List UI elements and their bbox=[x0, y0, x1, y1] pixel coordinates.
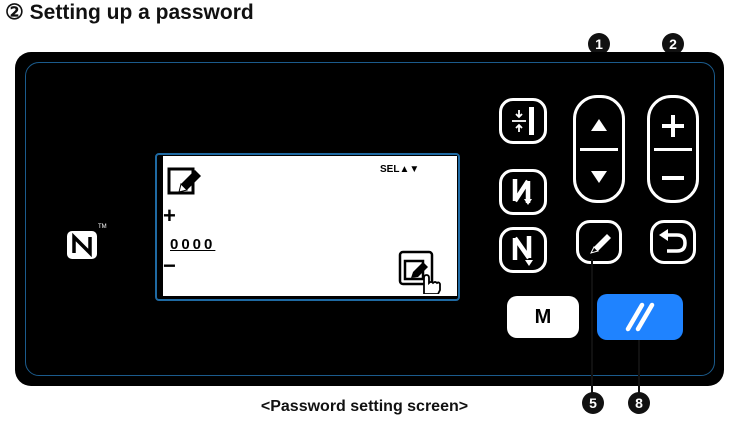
sel-indicator: SEL▲▼ bbox=[380, 164, 420, 175]
screen-caption: <Password setting screen> bbox=[260, 398, 469, 415]
thread-trim-button[interactable] bbox=[499, 98, 547, 144]
increment-sign: + bbox=[163, 203, 176, 228]
up-arrow-icon[interactable] bbox=[590, 118, 608, 132]
pencil-icon bbox=[590, 234, 611, 254]
up-down-divider bbox=[580, 148, 618, 151]
plus-minus-divider bbox=[654, 148, 692, 151]
reset-icon bbox=[625, 302, 655, 332]
return-button[interactable] bbox=[650, 220, 696, 264]
m-button[interactable]: M bbox=[507, 296, 579, 338]
password-edit-screen-button[interactable] bbox=[398, 250, 442, 294]
reverse-stitch-icon bbox=[512, 179, 532, 205]
plus-icon[interactable] bbox=[660, 113, 686, 139]
down-arrow-icon[interactable] bbox=[590, 170, 608, 184]
up-down-key bbox=[573, 95, 625, 203]
trademark-mark: TM bbox=[98, 224, 107, 230]
return-icon bbox=[659, 229, 687, 253]
normal-stitch-button[interactable] bbox=[499, 227, 547, 273]
minus-icon[interactable] bbox=[660, 165, 686, 191]
password-edit-icon bbox=[167, 167, 201, 195]
thread-trim-icon bbox=[512, 107, 534, 135]
leader-line-8 bbox=[638, 340, 640, 393]
decrement-sign: − bbox=[163, 253, 176, 278]
password-value[interactable]: 0000 bbox=[170, 236, 215, 253]
reset-button[interactable] bbox=[597, 294, 683, 340]
edit-button[interactable] bbox=[576, 220, 622, 264]
normal-stitch-icon bbox=[512, 236, 533, 266]
nfc-icon bbox=[67, 231, 97, 259]
reverse-stitch-button[interactable] bbox=[499, 169, 547, 215]
leader-line-5 bbox=[591, 259, 593, 393]
page-title: ② Setting up a password bbox=[5, 1, 254, 24]
